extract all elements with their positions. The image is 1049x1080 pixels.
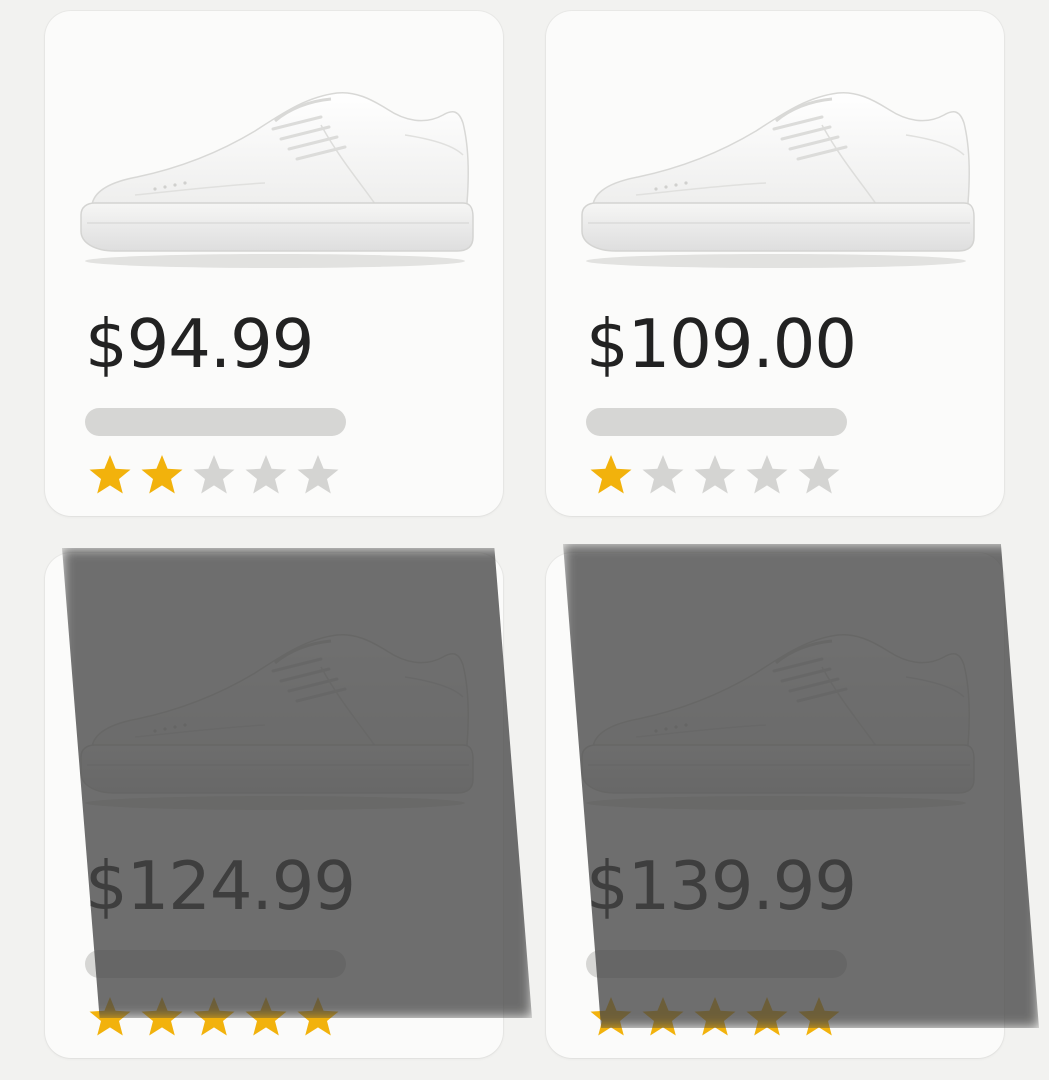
star-empty-icon — [694, 455, 736, 494]
star-filled-icon — [642, 997, 684, 1036]
product-card[interactable]: $94.99 — [45, 11, 503, 516]
product-image — [576, 617, 976, 817]
star-empty-icon — [746, 455, 788, 494]
rating-stars — [87, 994, 341, 1040]
sneaker-icon — [581, 633, 975, 810]
product-title-placeholder — [85, 408, 346, 436]
product-price: $124.99 — [85, 847, 356, 925]
star-empty-icon — [297, 455, 339, 494]
star-filled-icon — [694, 997, 736, 1036]
star-empty-icon — [798, 455, 840, 494]
star-filled-icon — [193, 997, 235, 1036]
star-filled-icon — [89, 455, 131, 494]
star-empty-icon — [642, 455, 684, 494]
star-filled-icon — [798, 997, 840, 1036]
product-price: $94.99 — [85, 305, 314, 383]
rating-stars — [588, 452, 842, 498]
product-title-placeholder — [85, 950, 346, 978]
sneaker-icon — [581, 91, 975, 268]
star-filled-icon — [245, 997, 287, 1036]
product-image — [576, 75, 976, 275]
product-title-placeholder — [586, 408, 847, 436]
star-filled-icon — [141, 455, 183, 494]
star-empty-icon — [193, 455, 235, 494]
rating-stars — [87, 452, 341, 498]
rating-stars — [588, 994, 842, 1040]
product-card[interactable]: $124.99 — [45, 553, 503, 1058]
star-empty-icon — [245, 455, 287, 494]
sneaker-icon — [80, 633, 474, 810]
product-image — [75, 75, 475, 275]
product-price: $139.99 — [586, 847, 857, 925]
star-filled-icon — [590, 997, 632, 1036]
star-filled-icon — [89, 997, 131, 1036]
star-filled-icon — [590, 455, 632, 494]
product-title-placeholder — [586, 950, 847, 978]
product-card[interactable]: $139.99 — [546, 553, 1004, 1058]
sneaker-icon — [80, 91, 474, 268]
product-price: $109.00 — [586, 305, 857, 383]
product-card[interactable]: $109.00 — [546, 11, 1004, 516]
star-filled-icon — [141, 997, 183, 1036]
star-filled-icon — [746, 997, 788, 1036]
product-image — [75, 617, 475, 817]
product-grid: $94.99 $109.00 $124.99 $139.99 — [0, 0, 1049, 1080]
star-filled-icon — [297, 997, 339, 1036]
